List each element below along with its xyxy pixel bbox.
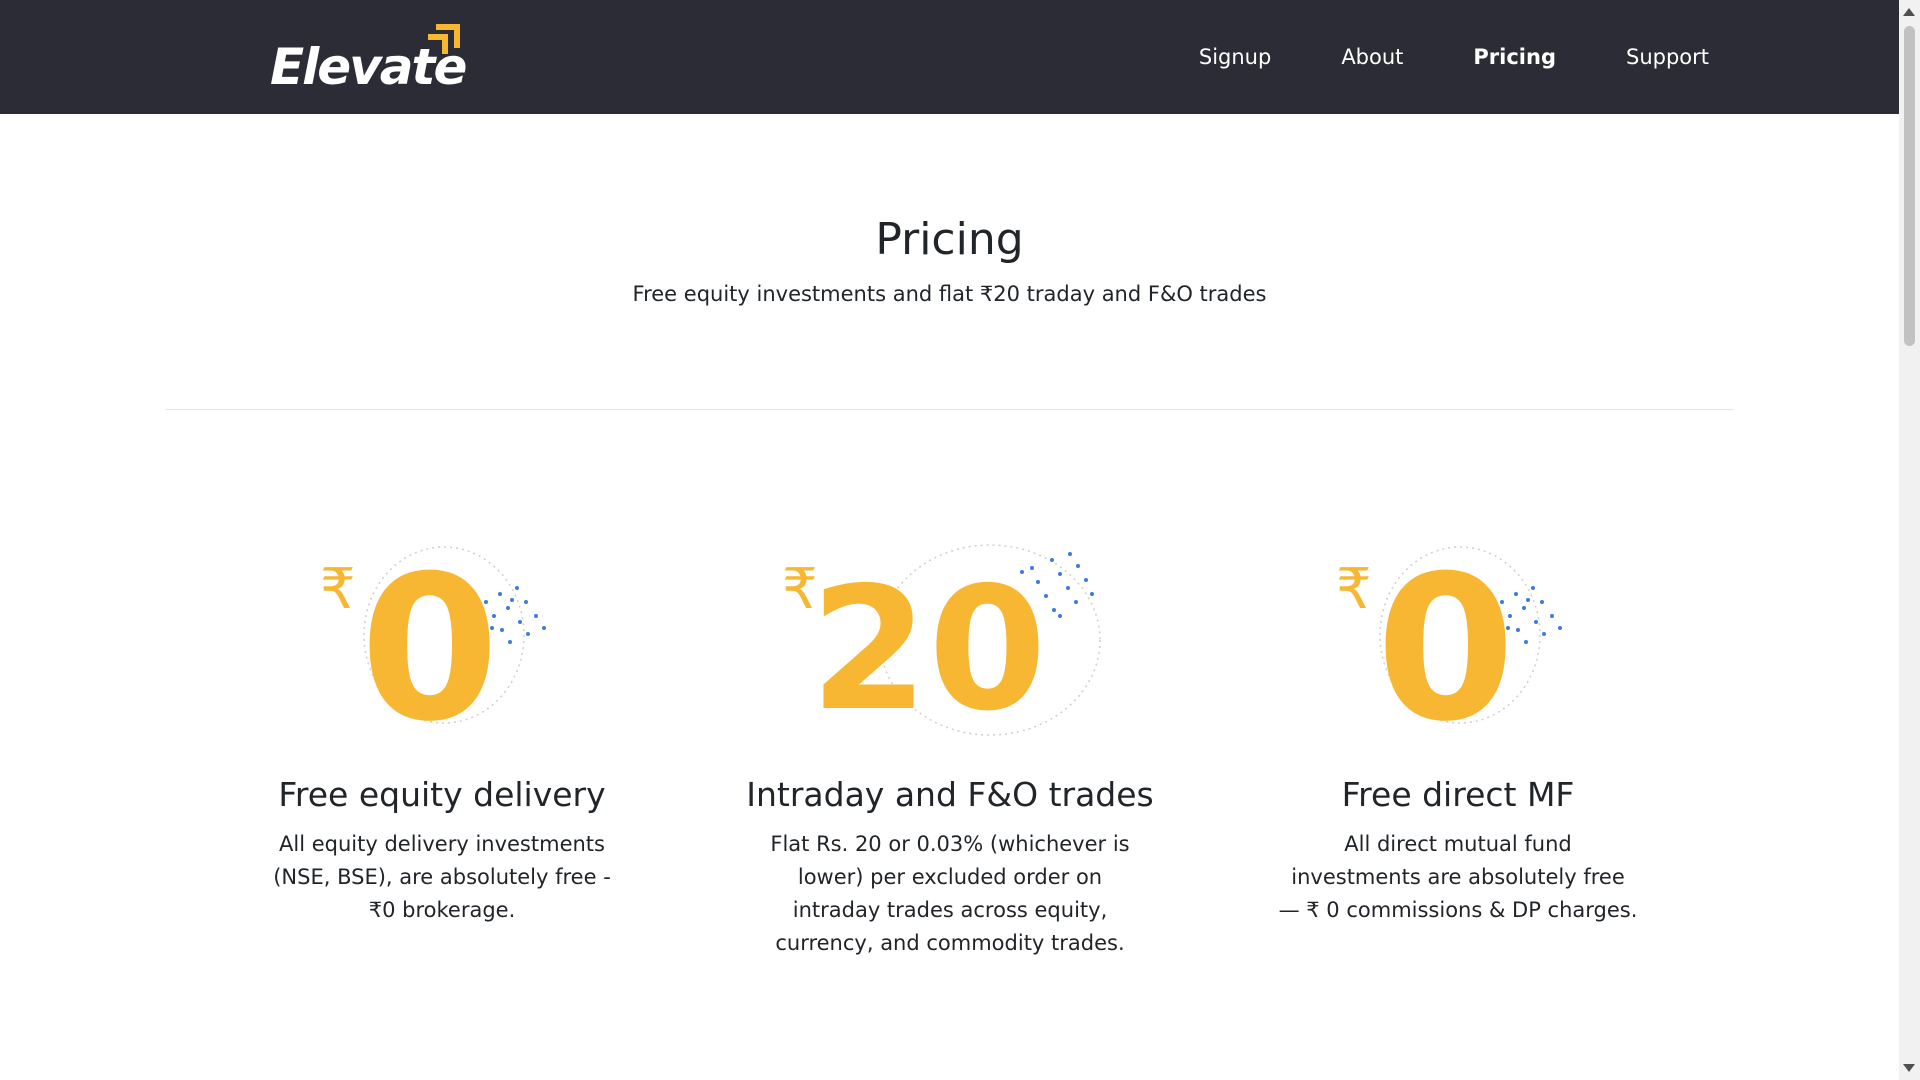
decorative-dots-icon: ₹ 0 bbox=[1336, 533, 1562, 750]
price-amount: 0 bbox=[360, 533, 499, 750]
pricing-card-intraday: ₹ 20 Intraday and F&O trades Flat Rs. 20… bbox=[720, 530, 1180, 955]
page-scrollbar[interactable] bbox=[1899, 0, 1920, 1080]
top-navbar: Elevate Signup About Pricing Support bbox=[0, 0, 1899, 114]
pricing-card-mf: ₹ 0 Free direct MF All direct mutual fun… bbox=[1228, 530, 1688, 922]
scrollbar-thumb[interactable] bbox=[1904, 26, 1915, 346]
price-graphic: ₹ 20 bbox=[720, 530, 1180, 750]
price-graphic: ₹ 0 bbox=[1228, 530, 1688, 750]
pricing-card-equity: ₹ 0 Free equity delivery All equity deli… bbox=[212, 530, 672, 922]
card-description: All direct mutual fund investments are a… bbox=[1278, 832, 1638, 922]
nav-support[interactable]: Support bbox=[1626, 45, 1709, 69]
card-description: All equity delivery investments (NSE, BS… bbox=[273, 832, 611, 922]
decorative-dots-icon: ₹ 20 bbox=[782, 544, 1101, 749]
price-graphic: ₹ 0 bbox=[212, 530, 672, 750]
card-title: Free equity delivery bbox=[278, 775, 606, 814]
price-amount: 0 bbox=[1376, 533, 1515, 750]
decorative-dots-icon: ₹ 0 bbox=[320, 533, 546, 750]
page-title: Pricing bbox=[875, 214, 1024, 265]
nav-links: Signup About Pricing Support bbox=[1129, 0, 1709, 114]
scroll-up-arrow-icon[interactable] bbox=[1903, 8, 1915, 16]
card-description: Flat Rs. 20 or 0.03% (whichever is lower… bbox=[770, 832, 1130, 955]
card-title: Free direct MF bbox=[1341, 775, 1575, 814]
currency-symbol: ₹ bbox=[320, 557, 356, 622]
chevron-arrow-icon bbox=[428, 24, 460, 54]
card-title: Intraday and F&O trades bbox=[746, 775, 1154, 814]
brand-logo[interactable]: Elevate bbox=[270, 22, 467, 92]
scroll-down-arrow-icon[interactable] bbox=[1903, 1064, 1915, 1072]
nav-pricing[interactable]: Pricing bbox=[1473, 45, 1556, 69]
nav-signup[interactable]: Signup bbox=[1199, 45, 1271, 69]
section-divider bbox=[166, 409, 1734, 410]
nav-about[interactable]: About bbox=[1341, 45, 1403, 69]
currency-symbol: ₹ bbox=[1336, 557, 1372, 622]
page-subtitle: Free equity investments and flat ₹20 tra… bbox=[632, 282, 1267, 306]
price-amount: 20 bbox=[810, 551, 1047, 749]
